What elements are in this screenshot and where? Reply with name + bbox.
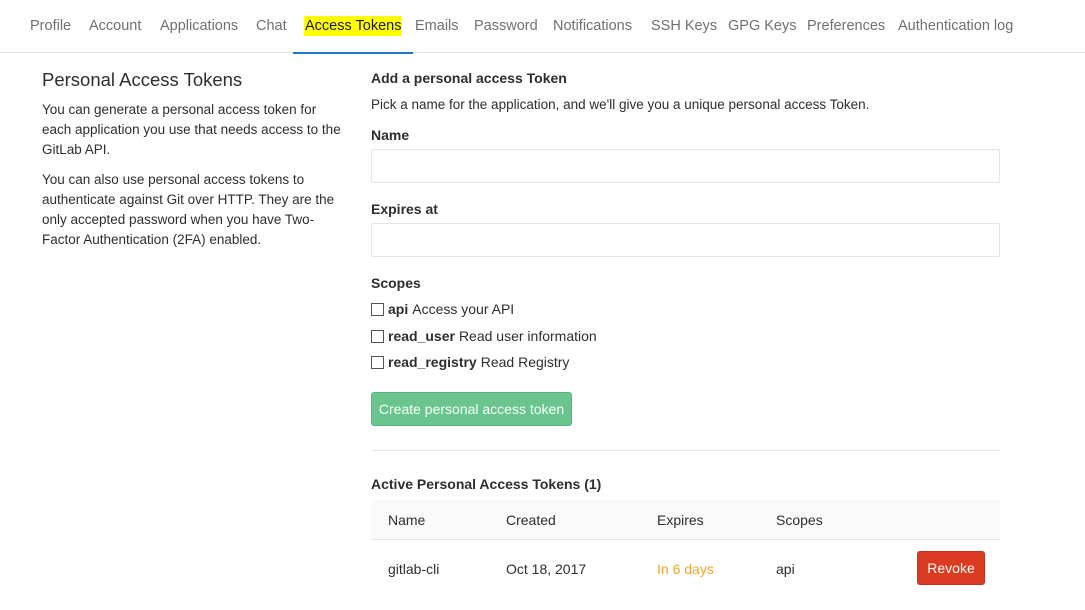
settings-nav: Profile Account Applications Chat Access…	[0, 0, 1085, 54]
table-row: gitlab-cli Oct 18, 2017 In 6 days api Re…	[371, 540, 1000, 598]
scope-description: Read Registry	[480, 354, 570, 370]
column-header-scopes: Scopes	[776, 512, 823, 528]
column-header-name: Name	[388, 512, 426, 528]
expires-at-field[interactable]	[371, 223, 1000, 257]
scope-read-user-checkbox[interactable]	[371, 329, 384, 343]
revoke-button[interactable]: Revoke	[917, 551, 985, 585]
scope-read-registry-checkbox[interactable]	[371, 355, 384, 369]
description-paragraph-git-http: You can also use personal access tokens …	[42, 172, 335, 247]
column-header-created: Created	[506, 512, 556, 528]
divider	[371, 450, 1000, 451]
nav-tab-account[interactable]: Account	[89, 0, 141, 53]
scope-api[interactable]: api Access your API	[371, 299, 514, 319]
name-label: Name	[371, 127, 410, 143]
nav-tab-applications[interactable]: Applications	[160, 0, 238, 53]
nav-tab-ssh-keys[interactable]: SSH Keys	[651, 0, 717, 53]
nav-tab-profile[interactable]: Profile	[30, 0, 71, 53]
nav-tab-gpg-keys[interactable]: GPG Keys	[728, 0, 797, 53]
scope-name: read_user	[388, 328, 455, 344]
scope-name: read_registry	[388, 354, 477, 370]
token-form: Add a personal access Token Pick a name …	[371, 68, 1000, 585]
description-paragraph-api: You can generate a personal access token…	[42, 102, 341, 157]
create-token-button[interactable]: Create personal access token	[371, 392, 572, 426]
column-header-expires: Expires	[657, 512, 704, 528]
nav-tab-access-tokens[interactable]: Access Tokens	[292, 0, 414, 54]
nav-tab-preferences[interactable]: Preferences	[807, 0, 885, 53]
token-created: Oct 18, 2017	[506, 561, 587, 577]
nav-tab-notifications[interactable]: Notifications	[553, 0, 632, 53]
form-title: Add a personal access Token	[371, 70, 567, 86]
token-scopes: api	[776, 561, 795, 577]
scope-description: Read user information	[458, 328, 597, 344]
scopes-label: Scopes	[371, 275, 421, 291]
token-expires: In 6 days	[657, 561, 714, 577]
nav-tab-emails[interactable]: Emails	[415, 0, 459, 53]
scope-description: Access your API	[412, 301, 515, 317]
table-header: Name Created Expires Scopes	[371, 500, 1000, 540]
scope-name: api	[388, 301, 409, 317]
scope-read-registry[interactable]: read_registry Read Registry	[371, 352, 569, 372]
form-description: Pick a name for the application, and we'…	[371, 97, 870, 112]
expires-at-label: Expires at	[371, 201, 438, 217]
active-tokens-table: Name Created Expires Scopes gitlab-cli O…	[371, 500, 1000, 598]
page-title: Personal Access Tokens	[42, 69, 243, 90]
scope-read-user[interactable]: read_user Read user information	[371, 326, 597, 346]
name-field[interactable]	[371, 149, 1000, 183]
active-tokens-title: Active Personal Access Tokens (1)	[371, 476, 602, 492]
sidebar-description: Personal Access Tokens You can generate …	[42, 68, 347, 260]
nav-tab-authentication-log[interactable]: Authentication log	[898, 0, 1013, 53]
scope-api-checkbox[interactable]	[371, 302, 384, 316]
nav-tab-chat[interactable]: Chat	[256, 0, 287, 53]
nav-tab-password[interactable]: Password	[474, 0, 538, 53]
token-name: gitlab-cli	[388, 561, 440, 577]
